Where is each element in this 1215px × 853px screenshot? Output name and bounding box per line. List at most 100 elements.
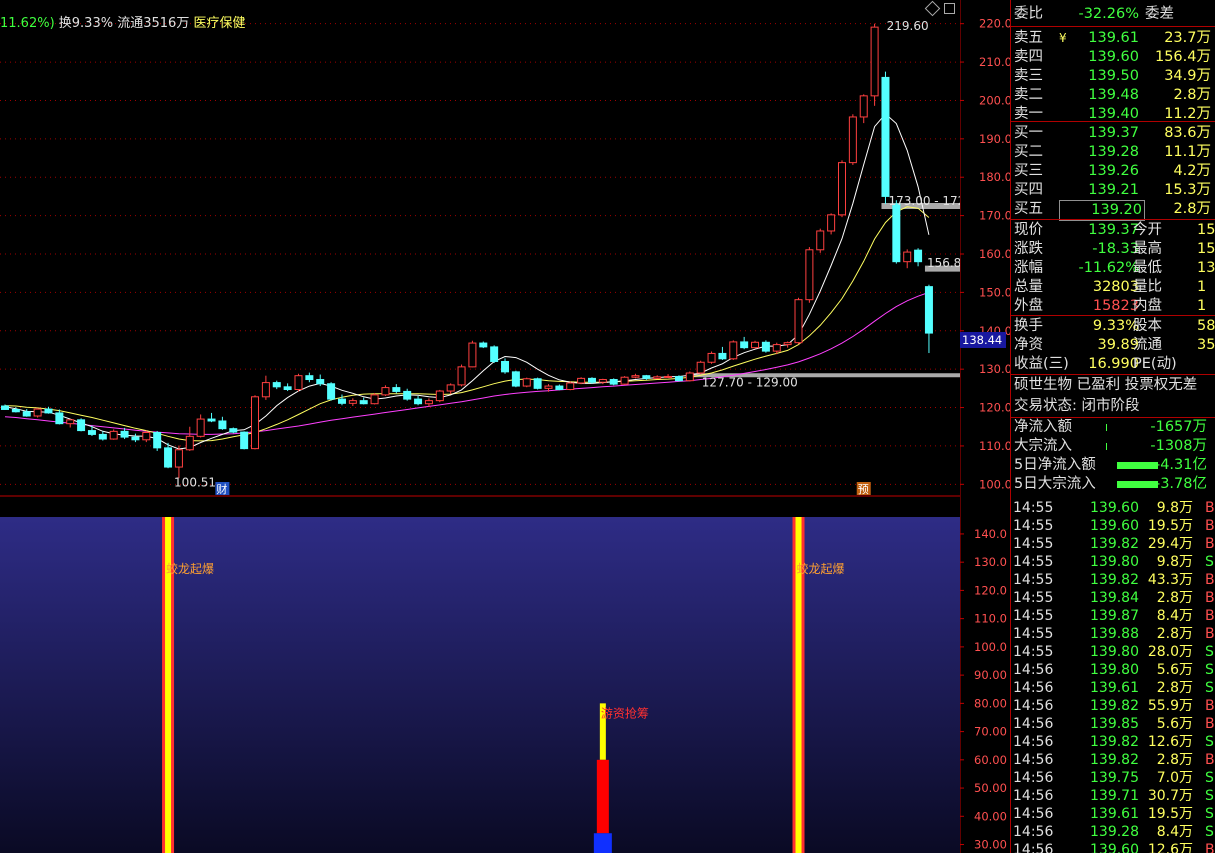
candle[interactable] [761,340,770,353]
candle[interactable] [185,426,194,451]
candle[interactable] [153,430,162,451]
candle[interactable] [555,384,564,391]
trade-row[interactable]: 14:56 139.61 2.8万 S [1011,679,1215,697]
candle[interactable] [218,416,227,430]
trade-row[interactable]: 14:56 139.82 2.8万 B [1011,751,1215,769]
candle[interactable] [620,376,629,385]
candle[interactable] [577,377,586,385]
trade-row[interactable]: 14:56 139.60 12.6万 B [1011,841,1215,853]
candle[interactable] [55,409,64,425]
trade-row[interactable]: 14:56 139.82 12.6万 S [1011,733,1215,751]
candle[interactable] [294,373,303,392]
candle[interactable] [914,248,923,267]
candle[interactable] [359,397,368,405]
candle[interactable] [446,383,455,395]
candle[interactable] [642,374,651,380]
bid-row[interactable]: 买一 139.37 83.6万 [1011,124,1215,143]
bid-row[interactable]: 买五 139.20 2.8万 [1011,200,1215,221]
indicator-svg[interactable]: 蛟龙起爆 蛟龙起爆游资抢筹 [0,497,960,853]
fund-bar-blue[interactable] [593,833,612,853]
candle[interactable] [490,345,499,364]
ask-row[interactable]: 卖二 139.48 2.8万 [1011,86,1215,105]
candle[interactable] [22,409,31,417]
candle[interactable] [707,351,716,364]
square-icon[interactable] [944,3,955,14]
trade-row[interactable]: 14:56 139.61 19.5万 S [1011,805,1215,823]
trade-row[interactable]: 14:55 139.87 8.4万 B [1011,607,1215,625]
candle[interactable] [783,341,792,348]
trade-row[interactable]: 14:55 139.80 9.8万 S [1011,553,1215,571]
candle[interactable] [87,425,96,436]
marker-yu[interactable]: 预 [858,483,869,496]
trade-row[interactable]: 14:55 139.82 29.4万 B [1011,535,1215,553]
trade-row[interactable]: 14:56 139.80 5.6万 S [1011,661,1215,679]
candle[interactable] [337,394,346,406]
candle[interactable] [414,396,423,406]
candle[interactable] [479,341,488,349]
candle[interactable] [501,358,510,374]
candle[interactable] [827,213,836,235]
candle[interactable] [283,383,292,392]
candle[interactable] [403,388,412,401]
candle[interactable] [794,297,803,345]
trade-row[interactable]: 14:55 139.80 28.0万 S [1011,643,1215,661]
trade-row[interactable]: 14:55 139.84 2.8万 B [1011,589,1215,607]
candle[interactable] [305,372,314,383]
candle[interactable] [468,340,477,368]
candle[interactable] [207,412,216,423]
candle[interactable] [718,346,727,360]
indicator-panel[interactable]: 蛟龙起爆 蛟龙起爆 游资抢筹 [0,497,960,853]
candle[interactable] [533,377,542,390]
candle[interactable] [903,249,912,269]
candle[interactable] [924,284,933,354]
candle[interactable] [522,377,531,388]
candle[interactable] [109,429,118,440]
candle[interactable] [348,398,357,407]
candle[interactable] [696,360,705,375]
bid-row[interactable]: 买二 139.28 11.1万 [1011,143,1215,162]
trade-row[interactable]: 14:55 139.88 2.8万 B [1011,625,1215,643]
candle[interactable] [751,340,760,349]
candle[interactable] [729,340,738,360]
candle[interactable] [892,200,901,264]
trade-row[interactable]: 14:55 139.60 19.5万 B [1011,517,1215,535]
company-line[interactable]: 硕世生物 已盈利 投票权无差 [1014,376,1197,395]
candle[interactable] [674,375,683,382]
ask-row[interactable]: 卖五 ¥139.61 23.7万 [1011,29,1215,48]
candle[interactable] [327,382,336,401]
candle[interactable] [685,371,694,382]
bid-row[interactable]: 买三 139.26 4.2万 [1011,162,1215,181]
candle[interactable] [370,392,379,405]
candle[interactable] [424,398,433,407]
candle[interactable] [609,378,618,386]
kline-svg[interactable]: 219.60 100.51 127.70 - 129.00 173.00 - 172.… [0,0,977,497]
candle[interactable] [837,160,846,218]
bid-row[interactable]: 买四 139.21 15.3万 [1011,181,1215,200]
candle[interactable] [251,395,260,450]
candle[interactable] [631,373,640,379]
candle[interactable] [392,384,401,394]
candle[interactable] [664,374,673,378]
candle[interactable] [33,407,42,418]
candle[interactable] [174,445,183,479]
candle[interactable] [131,433,140,443]
trade-row[interactable]: 14:55 139.82 43.3万 B [1011,571,1215,589]
candle[interactable] [435,389,444,403]
candle[interactable] [457,364,466,387]
ask-row[interactable]: 卖四 139.60 156.4万 [1011,48,1215,67]
trade-row[interactable]: 14:56 139.85 5.6万 B [1011,715,1215,733]
candle[interactable] [653,375,662,380]
candle[interactable] [196,414,205,438]
candle[interactable] [848,114,857,165]
candle[interactable] [566,381,575,391]
candle[interactable] [598,378,607,385]
candle[interactable] [859,94,868,124]
tick-trades-panel[interactable]: 14:55 139.60 9.8万 B 14:55 139.60 19.5万 B 14:55 13… [1011,497,1215,853]
candle[interactable] [98,431,107,441]
candle[interactable] [740,336,749,350]
candle[interactable] [881,71,890,205]
kline-chart[interactable]: 219.60 100.51 127.70 - 129.00 173.00 - 172.… [0,0,977,497]
candle[interactable] [870,23,879,106]
candle[interactable] [261,375,270,400]
fund-bar-red[interactable] [596,759,609,834]
